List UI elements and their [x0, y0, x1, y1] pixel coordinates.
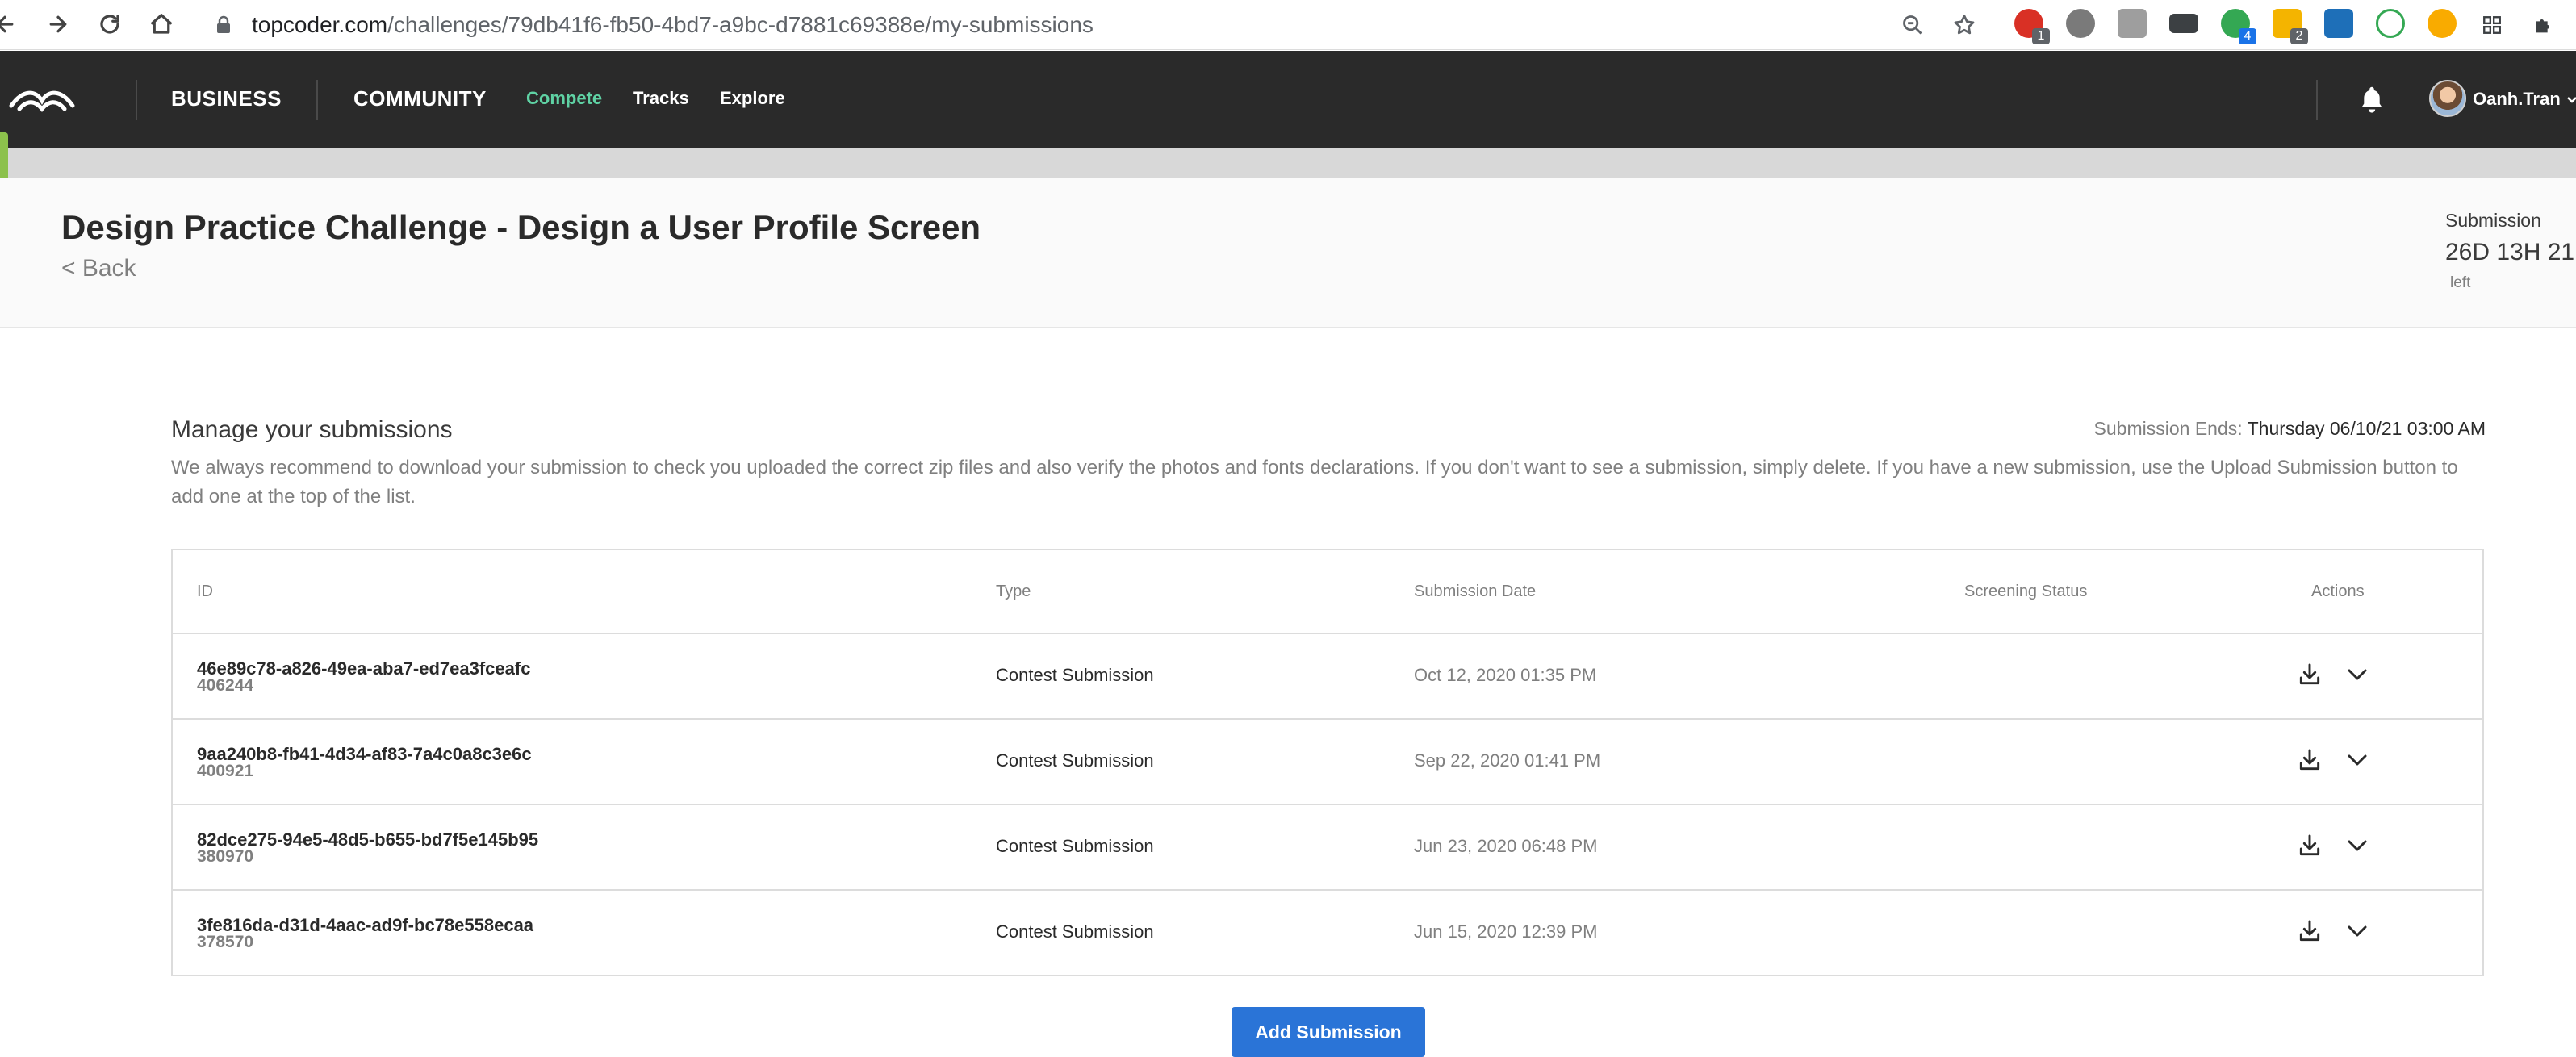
- submission-type: Contest Submission: [996, 921, 1154, 942]
- table-row: 9aa240b8-fb41-4d34-af83-7a4c0a8c3e6c 400…: [173, 720, 2482, 805]
- header-divider: [136, 80, 137, 120]
- avatar[interactable]: [2429, 80, 2466, 117]
- submission-ends: Submission Ends: Thursday 06/10/21 03:00…: [2094, 418, 2486, 440]
- nav-community[interactable]: COMMUNITY: [353, 86, 487, 111]
- submission-type: Contest Submission: [996, 750, 1154, 771]
- address-bar[interactable]: topcoder.com/challenges/79db41f6-fb50-4b…: [252, 8, 1094, 42]
- home-icon[interactable]: [144, 6, 179, 42]
- nav-tracks[interactable]: Tracks: [633, 88, 689, 109]
- extension-adblock-icon[interactable]: 1: [2014, 9, 2050, 44]
- table-row: 3fe816da-d31d-4aac-ad9f-bc78e558ecaa 378…: [173, 891, 2482, 976]
- extension-s-icon[interactable]: [2324, 9, 2353, 38]
- browser-toolbar: topcoder.com/challenges/79db41f6-fb50-4b…: [0, 0, 2576, 50]
- submission-type: Contest Submission: [996, 665, 1154, 685]
- column-header-date: Submission Date: [1414, 583, 1537, 600]
- manage-submissions-title: Manage your submissions: [171, 416, 453, 443]
- download-icon[interactable]: [2297, 662, 2323, 687]
- manage-description: We always recommend to download your sub…: [171, 457, 2458, 508]
- extension-dots-icon[interactable]: 2: [2273, 9, 2308, 44]
- column-header-actions: Actions: [2311, 583, 2365, 600]
- extension-grid-icon[interactable]: [2476, 10, 2508, 40]
- header-strip: [0, 148, 2576, 178]
- download-icon[interactable]: [2297, 747, 2323, 773]
- submission-type: Contest Submission: [996, 836, 1154, 856]
- extension-leaf-icon[interactable]: [2376, 9, 2405, 38]
- chevron-down-icon[interactable]: [2566, 94, 2576, 106]
- column-header-status: Screening Status: [1964, 583, 2088, 600]
- submission-date: Jun 23, 2020 06:48 PM: [1414, 836, 1598, 856]
- submission-date: Oct 12, 2020 01:35 PM: [1414, 665, 1597, 685]
- forward-arrow-icon[interactable]: [40, 6, 76, 42]
- nav-compete[interactable]: Compete: [526, 88, 602, 109]
- add-submission-button[interactable]: Add Submission: [1232, 1007, 1425, 1057]
- chevron-down-icon[interactable]: [2345, 836, 2369, 855]
- challenge-header: Design Practice Challenge - Design a Use…: [0, 178, 2576, 328]
- submission-number: 400921: [197, 762, 254, 780]
- chevron-down-icon[interactable]: [2345, 921, 2369, 941]
- nav-explore[interactable]: Explore: [720, 88, 785, 109]
- submission-number: 406244: [197, 676, 254, 695]
- chevron-down-icon[interactable]: [2345, 665, 2369, 684]
- header-divider: [2316, 80, 2318, 120]
- url-host: topcoder.com: [252, 12, 388, 37]
- bookmark-star-icon[interactable]: [1948, 10, 1980, 40]
- column-header-id: ID: [197, 583, 213, 600]
- extensions-puzzle-icon[interactable]: [2528, 10, 2560, 40]
- nav-business[interactable]: BUSINESS: [171, 86, 282, 111]
- submission-timer-label: Submission: [2445, 210, 2541, 231]
- submission-number: 380970: [197, 847, 254, 866]
- chevron-down-icon[interactable]: [2345, 750, 2369, 770]
- submission-ends-label: Submission Ends:: [2093, 418, 2243, 439]
- table-row: 46e89c78-a826-49ea-aba7-ed7ea3fceafc 406…: [173, 634, 2482, 720]
- extension-figure-icon[interactable]: [2118, 9, 2147, 38]
- download-icon[interactable]: [2297, 833, 2323, 859]
- submission-timer-suffix: left: [2450, 274, 2471, 291]
- challenge-title: Design Practice Challenge - Design a Use…: [61, 208, 981, 246]
- submission-ends-value: Thursday 06/10/21 03:00 AM: [2247, 418, 2486, 439]
- submission-date: Sep 22, 2020 01:41 PM: [1414, 750, 1601, 771]
- reload-icon[interactable]: [92, 6, 128, 42]
- column-header-type: Type: [996, 583, 1031, 600]
- url-path: /challenges/79db41f6-fb50-4bd7-a9bc-d788…: [387, 12, 1094, 37]
- submissions-table: ID Type Submission Date Screening Status…: [171, 549, 2484, 976]
- submission-date: Jun 15, 2020 12:39 PM: [1414, 921, 1598, 942]
- header-divider: [316, 80, 318, 120]
- site-header: BUSINESS COMMUNITY Compete Tracks Explor…: [0, 51, 2576, 148]
- submission-timer-value: 26D 13H 21: [2445, 239, 2575, 265]
- extension-badge: 1: [2032, 28, 2050, 44]
- extension-badge: 4: [2239, 28, 2256, 44]
- topcoder-logo-icon[interactable]: [8, 85, 76, 117]
- extension-screen-icon[interactable]: [2169, 14, 2198, 33]
- username[interactable]: Oanh.Tran: [2473, 89, 2561, 110]
- download-icon[interactable]: [2297, 918, 2323, 944]
- table-row: 82dce275-94e5-48d5-b655-bd7f5e145b95 380…: [173, 805, 2482, 891]
- extension-badge: 2: [2290, 28, 2308, 44]
- extension-circle-icon[interactable]: [2066, 9, 2095, 38]
- extension-chat-icon[interactable]: 4: [2221, 9, 2256, 44]
- table-header: ID Type Submission Date Screening Status…: [173, 550, 2482, 634]
- lock-icon[interactable]: [211, 11, 236, 39]
- notification-bell-icon[interactable]: [2358, 85, 2386, 114]
- zoom-icon[interactable]: [1896, 10, 1929, 40]
- back-link[interactable]: < Back: [61, 255, 136, 282]
- back-arrow-icon[interactable]: [0, 6, 23, 42]
- extension-gear-icon[interactable]: [2428, 9, 2457, 38]
- submission-number: 378570: [197, 933, 254, 951]
